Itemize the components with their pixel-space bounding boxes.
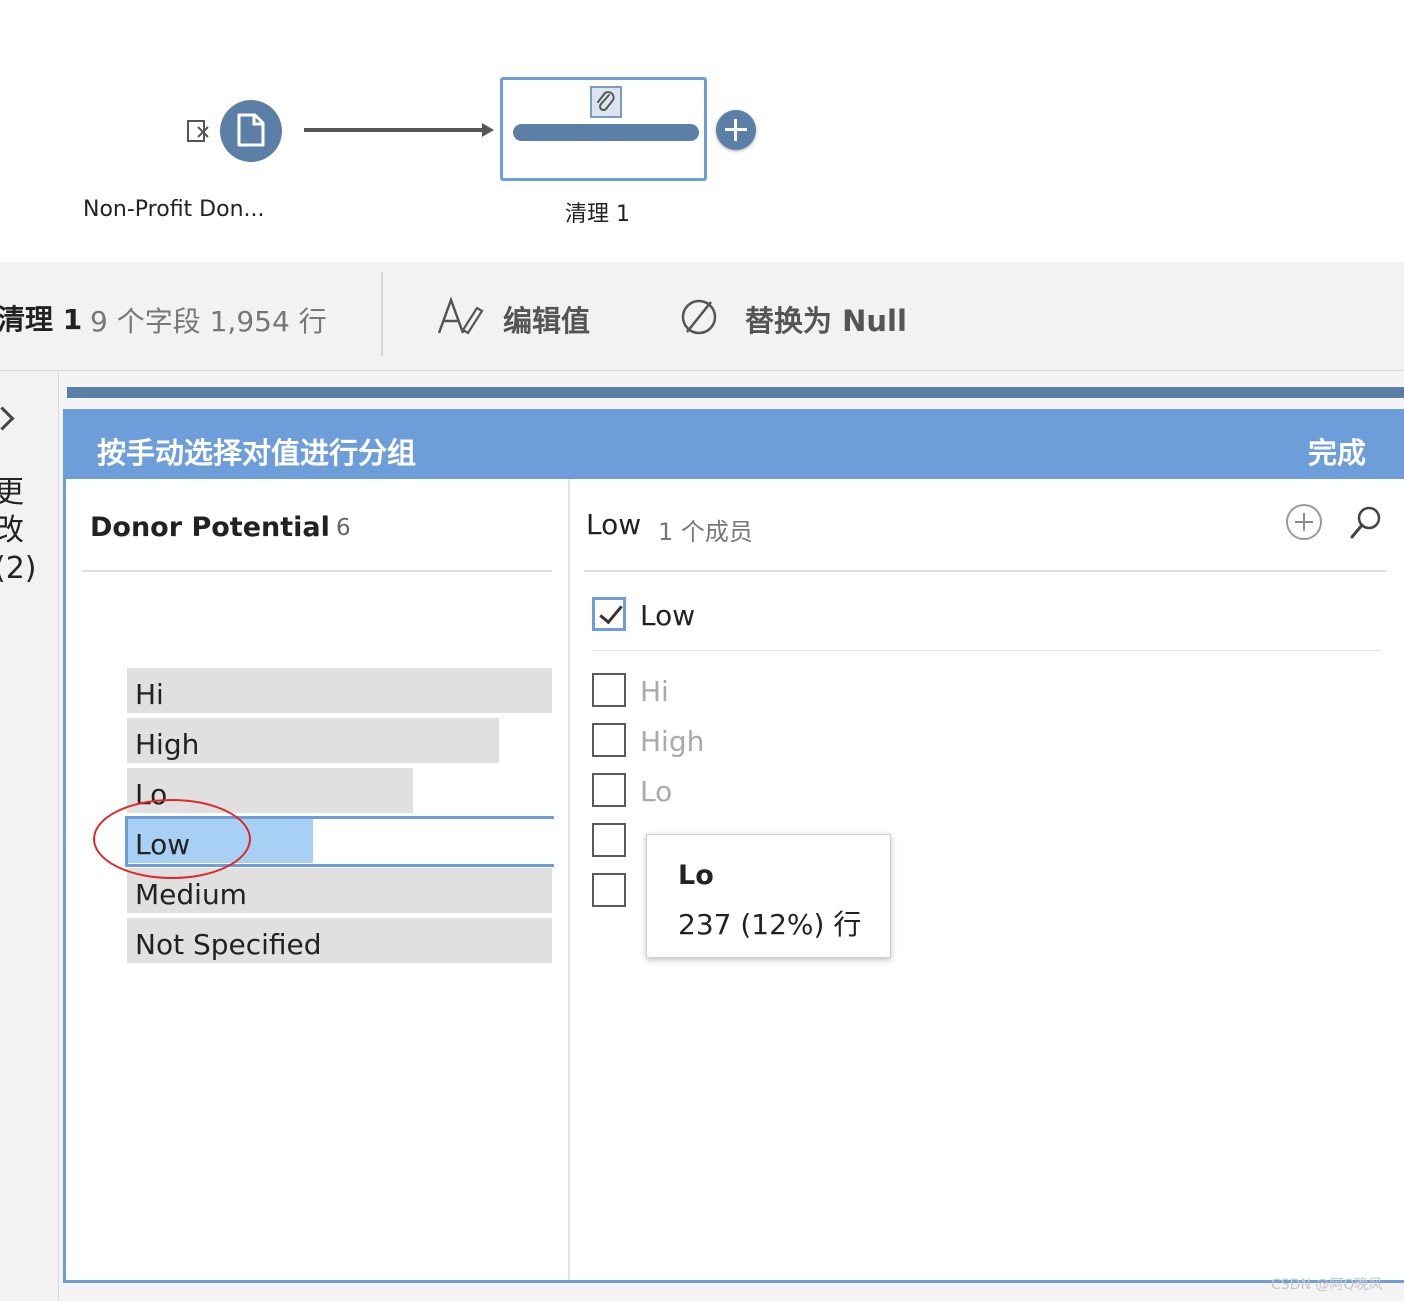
profile-strip xyxy=(67,387,1404,398)
step-toolbar: 清理 1 9 个字段 1,954 行 编辑值 替换为 Null xyxy=(0,262,1404,371)
done-button[interactable]: 完成 xyxy=(1308,430,1366,472)
group-member-count: 1 个成员 xyxy=(658,518,753,546)
input-node[interactable] xyxy=(220,100,282,162)
member-label: Hi xyxy=(640,675,669,708)
field-name: Donor Potential xyxy=(90,512,330,543)
pane-divider xyxy=(584,570,1386,572)
toolbar-divider xyxy=(381,272,383,356)
value-label: Medium xyxy=(135,878,247,911)
field-values-pane: Donor Potential 6 Hi High Lo Low Medium Not S… xyxy=(66,479,570,1280)
watermark: CSDN @阿Q晚风 xyxy=(1271,1277,1383,1293)
member-checkbox[interactable] xyxy=(592,873,626,907)
paperclip-icon xyxy=(590,86,622,118)
clean-step-node[interactable] xyxy=(500,77,707,181)
connector-arrow xyxy=(482,123,494,137)
value-bar xyxy=(127,668,552,713)
pane-divider xyxy=(82,570,552,572)
member-label: Lo xyxy=(640,775,673,808)
null-icon[interactable] xyxy=(680,298,718,336)
step-stats: 9 个字段 1,954 行 xyxy=(90,305,327,338)
edit-values-icon[interactable] xyxy=(436,296,484,336)
member-row[interactable]: Low xyxy=(592,597,992,637)
member-row[interactable]: Lo xyxy=(592,773,992,813)
member-label: High xyxy=(640,725,705,758)
member-checkbox[interactable] xyxy=(592,673,626,707)
changes-label[interactable]: 更改 (2) xyxy=(0,474,37,588)
edit-values-button[interactable]: 编辑值 xyxy=(503,298,590,340)
tooltip-title: Lo xyxy=(678,860,714,891)
input-node-label[interactable]: Non-Profit Don... xyxy=(83,197,265,222)
step-name: 清理 1 xyxy=(0,303,83,336)
tooltip-row-count: 237 (12%) 行 xyxy=(678,908,862,941)
member-divider xyxy=(592,650,1380,651)
member-checkbox[interactable] xyxy=(592,823,626,857)
flow-connector xyxy=(304,128,484,132)
value-label: Hi xyxy=(135,678,164,711)
value-row[interactable]: High xyxy=(127,718,552,763)
add-member-icon[interactable] xyxy=(1286,504,1322,540)
dialog-title: 按手动选择对值进行分组 xyxy=(97,436,417,470)
member-checkbox[interactable] xyxy=(592,773,626,807)
field-value-count: 6 xyxy=(336,515,351,541)
value-label: Not Specified xyxy=(135,928,322,961)
group-name: Low xyxy=(586,508,642,541)
flow-canvas: Non-Profit Don... 清理 1 xyxy=(0,0,1404,262)
search-icon[interactable] xyxy=(1345,503,1385,543)
annotation-circle xyxy=(93,799,251,879)
add-step-icon[interactable] xyxy=(716,110,756,150)
dialog-header: 按手动选择对值进行分组 完成 xyxy=(66,412,1404,479)
member-label: Low xyxy=(640,599,696,632)
replace-null-button[interactable]: 替换为 Null xyxy=(745,298,907,340)
clean-node-label[interactable]: 清理 1 xyxy=(565,196,630,228)
member-checkbox[interactable] xyxy=(592,723,626,757)
member-row[interactable]: High xyxy=(592,723,992,763)
document-icon xyxy=(237,113,265,147)
input-source-icon[interactable] xyxy=(186,118,212,144)
value-row[interactable]: Hi xyxy=(127,668,552,713)
value-row[interactable]: Not Specified xyxy=(127,918,552,963)
member-checkbox[interactable] xyxy=(592,597,626,631)
member-row[interactable]: Hi xyxy=(592,673,992,713)
value-label: High xyxy=(135,728,200,761)
value-tooltip: Lo 237 (12%) 行 xyxy=(646,834,891,958)
clean-step-bar xyxy=(513,124,699,141)
